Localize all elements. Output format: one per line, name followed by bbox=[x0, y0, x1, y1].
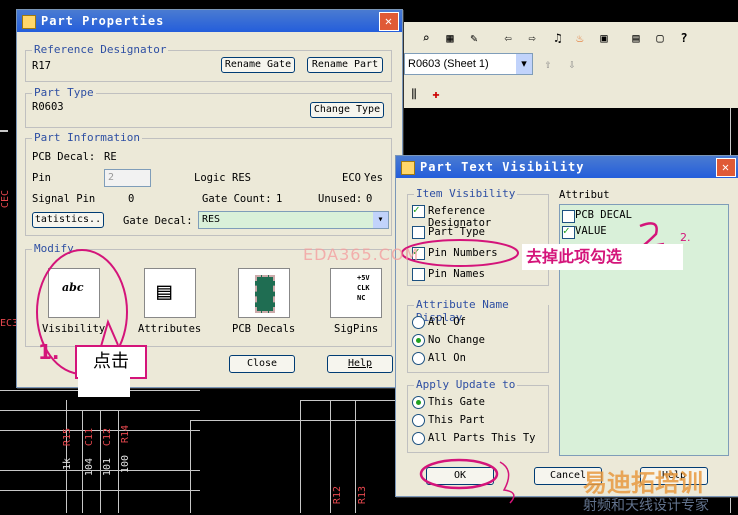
white-patch bbox=[78, 377, 130, 397]
pin-numbers-circle bbox=[401, 239, 519, 267]
brand-tagline: 射频和天线设计专家 bbox=[583, 498, 709, 514]
ok-circle bbox=[419, 458, 499, 490]
watermark: EDA365.COM bbox=[303, 245, 420, 264]
step-one-mark: 1. bbox=[38, 340, 60, 364]
step-two-mark: 2. bbox=[680, 231, 691, 244]
brand-logo: 易迪拓培训 bbox=[583, 469, 703, 497]
uncheck-annotation: 去掉此项勾选 bbox=[522, 244, 683, 270]
click-annotation: 点击 bbox=[75, 345, 147, 379]
